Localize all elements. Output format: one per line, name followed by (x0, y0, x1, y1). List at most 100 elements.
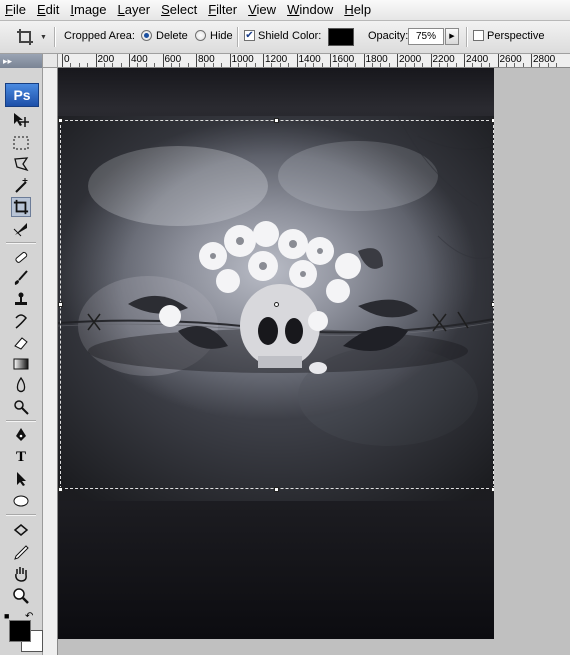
ruler-minor-tick (346, 63, 348, 67)
ruler-minor-tick (313, 63, 315, 67)
crop-tool-preset-button[interactable] (13, 26, 37, 48)
crop-tool[interactable] (11, 197, 31, 217)
ruler-minor-tick (480, 63, 482, 67)
hand-tool[interactable] (11, 564, 31, 584)
menu-layer[interactable]: Layer (113, 0, 157, 20)
separator (54, 27, 56, 47)
toolbox-grip[interactable]: ▸▸ (0, 54, 42, 68)
ruler-major-tick (430, 54, 432, 67)
menu-file[interactable]: File (0, 0, 32, 20)
magic-wand-tool[interactable] (11, 176, 31, 196)
ruler-tick-label: 2400 (466, 54, 489, 65)
crop-center-point[interactable] (274, 302, 279, 307)
crop-handle-left[interactable] (58, 302, 63, 307)
pen-tool[interactable] (11, 425, 31, 445)
ruler-minor-tick (505, 63, 507, 67)
type-tool[interactable]: T (11, 447, 31, 467)
menu-select[interactable]: Select (156, 0, 203, 20)
eyedropper-icon (14, 545, 29, 560)
menu-filter[interactable]: Filter (203, 0, 243, 20)
menu-edit[interactable]: Edit (32, 0, 65, 20)
lasso-tool[interactable] (11, 154, 31, 174)
ruler-minor-tick (279, 63, 281, 67)
history-brush-icon (15, 314, 27, 329)
path-selection-tool[interactable] (11, 469, 31, 489)
ruler-major-tick (263, 54, 264, 67)
foreground-color-swatch[interactable] (9, 620, 31, 642)
ruler-minor-tick (145, 63, 147, 67)
dodge-tool[interactable] (11, 397, 31, 417)
hide-radio[interactable] (195, 30, 206, 41)
photoshop-logo[interactable]: Ps (5, 83, 39, 107)
zoom-tool[interactable] (11, 586, 31, 606)
crop-handle-bottom[interactable] (274, 487, 279, 492)
toolbox: ▸▸ Ps T ■ ↶ (0, 54, 43, 655)
menu-window[interactable]: Window (282, 0, 339, 20)
ruler-origin[interactable] (43, 54, 58, 68)
ruler-minor-tick (254, 63, 256, 67)
crop-handle-top[interactable] (274, 118, 279, 123)
move-tool[interactable] (11, 110, 31, 130)
dodge-icon (14, 400, 29, 415)
gradient-tool[interactable] (11, 354, 31, 374)
3d-rotate-tool[interactable] (11, 520, 31, 540)
ellipse-icon (13, 495, 29, 507)
menu-help[interactable]: Help (339, 0, 377, 20)
3d-rotate-icon (13, 524, 29, 536)
toolbox-divider (6, 420, 36, 422)
opacity-input[interactable]: 75% (408, 28, 444, 45)
ruler-tick-label: 0 (64, 54, 70, 65)
ruler-tick-label: 1800 (365, 54, 388, 65)
ruler-tick-label: 2200 (432, 54, 455, 65)
ellipse-tool[interactable] (11, 491, 31, 511)
hand-icon (15, 567, 27, 582)
menu-view[interactable]: View (243, 0, 282, 20)
ruler-major-tick (129, 54, 130, 67)
shield-checkbox[interactable]: ✔ (244, 30, 255, 41)
ruler-minor-tick (438, 63, 440, 67)
move-icon (14, 113, 29, 127)
menu-image[interactable]: Image (65, 0, 112, 20)
crop-handle-bottom-left[interactable] (58, 487, 63, 492)
ruler-minor-tick (472, 63, 474, 67)
perspective-checkbox[interactable] (473, 30, 484, 41)
opacity-slider-button[interactable]: ▶ (445, 28, 459, 45)
magic-wand-icon (15, 178, 28, 193)
ruler-tick-label: 1400 (298, 54, 321, 65)
ruler-tick-label: 2800 (533, 54, 556, 65)
ruler-tick-label: 2600 (499, 54, 522, 65)
zoom-icon (13, 588, 29, 604)
history-brush-tool[interactable] (11, 311, 31, 331)
blur-tool[interactable] (11, 375, 31, 395)
gradient-icon (13, 358, 29, 370)
ruler-minor-tick (380, 63, 382, 67)
ruler-major-tick (363, 54, 365, 67)
ruler-major-tick (95, 54, 97, 67)
slice-tool[interactable] (11, 219, 31, 239)
ruler-minor-tick (120, 63, 122, 67)
horizontal-ruler[interactable]: 0 200 400 600 800 1000 1200 1400 1600 1800 2000 220… (58, 54, 570, 68)
brush-icon (14, 270, 28, 285)
shield-color-swatch[interactable] (328, 28, 354, 46)
delete-label[interactable]: Delete (156, 30, 188, 42)
eraser-icon (14, 337, 28, 350)
options-bar: ▼ Cropped Area: Delete Hide ✔ Shield Col… (0, 21, 570, 54)
ruler-minor-tick (179, 63, 181, 67)
vertical-ruler[interactable] (43, 68, 58, 655)
chevron-down-icon[interactable]: ▼ (40, 34, 47, 41)
eyedropper-tool[interactable] (11, 542, 31, 562)
perspective-label[interactable]: Perspective (487, 30, 544, 42)
slice-icon (13, 223, 27, 237)
crop-handle-top-left[interactable] (58, 118, 63, 123)
hide-label[interactable]: Hide (210, 30, 233, 42)
shield-label[interactable]: Shield (258, 30, 289, 42)
brush-tool[interactable] (11, 268, 31, 288)
clone-stamp-icon (15, 292, 27, 305)
eraser-tool[interactable] (11, 333, 31, 353)
ruler-major-tick (62, 54, 63, 67)
ruler-minor-tick (405, 63, 407, 67)
clone-stamp-tool[interactable] (11, 290, 31, 310)
marquee-tool[interactable] (11, 133, 31, 153)
healing-brush-tool[interactable] (11, 247, 31, 267)
delete-radio[interactable] (141, 30, 152, 41)
